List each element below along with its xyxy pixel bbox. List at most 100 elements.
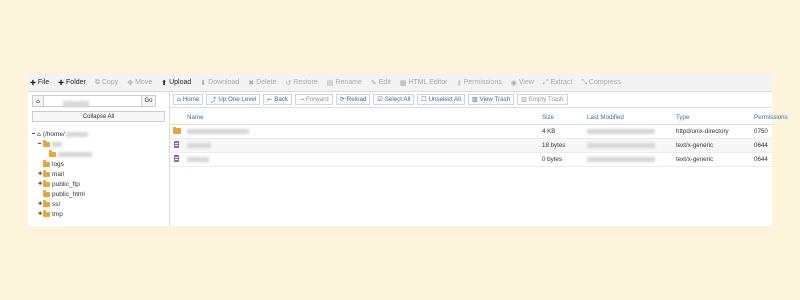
toolbar-rename-button[interactable]: ▤ Rename bbox=[327, 79, 362, 87]
toolbar-restore-button[interactable]: ↺ Restore bbox=[285, 79, 317, 87]
restore-icon: ↺ bbox=[285, 78, 292, 87]
folder-icon bbox=[43, 200, 50, 207]
key-icon: ⚷ bbox=[456, 78, 462, 87]
html-editor-icon: ▦ bbox=[399, 78, 407, 87]
tree-root-label: (/home/ bbox=[42, 130, 65, 138]
home-button[interactable]: ⌂ Home bbox=[173, 94, 204, 105]
tree-item-tmp[interactable]: ✚ tmp bbox=[32, 209, 166, 219]
redacted-folder-name bbox=[52, 141, 62, 147]
toolbar-compress-button[interactable]: ⤡ Compress bbox=[581, 78, 621, 87]
toolbar-button-label: Folder bbox=[66, 79, 86, 86]
navigation-bar: ⌂ Home ⤴ Up One Level ← Back → Forward ⟳ Reload ☑ S… bbox=[170, 92, 772, 108]
tree-root[interactable]: ━ ⌂ (/home/ bbox=[32, 129, 166, 139]
toolbar-file-button[interactable]: ✚ File bbox=[30, 79, 49, 87]
empty-trash-button[interactable]: ▥ Empty Trash bbox=[517, 94, 568, 105]
toolbar-button-label: Copy bbox=[101, 79, 119, 86]
tree-item-redacted[interactable]: ━ bbox=[32, 139, 166, 149]
row-size: 4 KB bbox=[542, 128, 556, 135]
tree-item-logs[interactable]: logs bbox=[32, 159, 166, 169]
select-all-button[interactable]: ☑ Select All bbox=[373, 94, 415, 105]
unselect-all-button[interactable]: ☐ Unselect All bbox=[417, 94, 465, 105]
action-button-label: View Trash bbox=[479, 96, 511, 103]
collapse-all-button[interactable]: Collapse All bbox=[32, 111, 165, 122]
table-row[interactable]: 18 bytes text/x-generic 0644 bbox=[170, 139, 772, 153]
delete-icon: ✖ bbox=[248, 78, 255, 87]
view-trash-button[interactable]: ▥ View Trash bbox=[467, 94, 515, 105]
column-header-last-modified[interactable]: Last Modified bbox=[587, 114, 624, 121]
column-header-type[interactable]: Type bbox=[676, 114, 689, 121]
toolbar-view-button[interactable]: ◉ View bbox=[511, 79, 534, 87]
toolbar-download-button[interactable]: ⬇ Download bbox=[200, 79, 239, 87]
action-button-label: Select All bbox=[384, 96, 411, 103]
path-bar: ⌂ Go bbox=[32, 95, 156, 107]
redacted-name bbox=[187, 129, 249, 136]
table-row[interactable]: 4 KB httpd/unix-directory 0750 bbox=[170, 125, 772, 139]
reload-button[interactable]: ⟳ Reload bbox=[335, 94, 371, 105]
tree-item-ssl[interactable]: ✚ ssl bbox=[32, 199, 166, 209]
toolbar-extract-button[interactable]: ⤢ Extract bbox=[543, 78, 572, 87]
column-header-permissions[interactable]: Permissions bbox=[754, 114, 788, 121]
column-header-name[interactable]: Name bbox=[187, 114, 204, 121]
toolbar-button-label: Move bbox=[135, 79, 153, 86]
toolbar-delete-button[interactable]: ✖ Delete bbox=[248, 79, 276, 87]
column-header-size[interactable]: Size bbox=[542, 114, 554, 121]
row-type: text/x-generic bbox=[676, 142, 714, 149]
tree-item-redacted-child[interactable] bbox=[32, 149, 166, 159]
action-button-label: Back bbox=[274, 96, 288, 103]
action-button-label: Reload bbox=[346, 96, 367, 103]
tree-item-public-ftp[interactable]: ✚ public_ftp bbox=[32, 179, 166, 189]
download-icon: ⬇ bbox=[200, 78, 207, 87]
reload-icon: ⟳ bbox=[339, 96, 345, 103]
folder-icon bbox=[49, 150, 56, 157]
redacted-username bbox=[65, 131, 88, 137]
eye-icon: ◉ bbox=[510, 78, 517, 87]
go-button[interactable]: Go bbox=[142, 95, 156, 107]
row-type: httpd/unix-directory bbox=[676, 128, 729, 135]
directory-tree: ━ ⌂ (/home/ ━ logs ✚ mail ✚ public_ftp p… bbox=[32, 129, 166, 219]
copy-icon: ⧉ bbox=[94, 78, 100, 86]
tree-item-label: tmp bbox=[52, 210, 63, 218]
action-button-label: Up One Level bbox=[218, 96, 257, 103]
folder-icon bbox=[43, 160, 50, 167]
toolbar-folder-button[interactable]: ✚ Folder bbox=[58, 79, 86, 87]
tree-item-mail[interactable]: ✚ mail bbox=[32, 169, 166, 179]
home-icon[interactable]: ⌂ bbox=[32, 95, 44, 107]
action-button-label: Forward bbox=[306, 96, 329, 103]
folder-icon bbox=[43, 190, 50, 197]
path-input[interactable] bbox=[44, 95, 142, 107]
home-icon: ⌂ bbox=[37, 130, 41, 138]
row-size: 0 bytes bbox=[542, 156, 562, 163]
folder-icon bbox=[43, 170, 50, 177]
file-icon bbox=[174, 141, 179, 150]
toolbar-html-editor-button[interactable]: ▦ HTML Editor bbox=[400, 79, 448, 87]
toolbar-button-label: HTML Editor bbox=[408, 79, 448, 86]
toolbar-upload-button[interactable]: ⬆ Upload bbox=[161, 79, 191, 87]
toolbar-button-label: Edit bbox=[378, 79, 391, 86]
upload-icon: ⬆ bbox=[161, 78, 168, 87]
forward-arrow-icon: → bbox=[298, 96, 305, 103]
rename-icon: ▤ bbox=[326, 78, 334, 87]
redacted-name bbox=[187, 157, 209, 164]
toolbar-button-label: Compress bbox=[588, 79, 621, 86]
forward-button[interactable]: → Forward bbox=[294, 94, 333, 105]
check-square-icon: ☑ bbox=[377, 96, 383, 103]
toolbar-permissions-button[interactable]: ⚷ Permissions bbox=[456, 79, 501, 87]
file-list-pane: ⌂ Home ⤴ Up One Level ← Back → Forward ⟳ Reload ☑ S… bbox=[170, 92, 788, 226]
toolbar-move-button[interactable]: ✥ Move bbox=[127, 79, 152, 87]
folder-icon bbox=[43, 180, 50, 187]
tree-item-public-html[interactable]: public_html bbox=[32, 189, 166, 199]
toolbar-edit-button[interactable]: ✎ Edit bbox=[371, 79, 391, 87]
redacted-name bbox=[187, 143, 211, 150]
row-type: text/x-generic bbox=[676, 156, 714, 163]
toolbar-copy-button[interactable]: ⧉ Copy bbox=[95, 78, 118, 87]
toolbar-button-label: View bbox=[518, 79, 534, 86]
file-manager: ✚ File ✚ Folder ⧉ Copy ✥ Move ⬆ Upload ⬇ Download ✖ D… bbox=[28, 74, 788, 226]
action-button-label: Home bbox=[182, 96, 200, 103]
trash-icon: ▥ bbox=[471, 96, 478, 103]
up-one-level-button[interactable]: ⤴ Up One Level bbox=[206, 94, 261, 105]
table-header: Name Size Last Modified Type Permissions bbox=[170, 112, 788, 125]
row-permissions: 0750 bbox=[754, 128, 768, 135]
row-permissions: 0644 bbox=[754, 156, 768, 163]
back-button[interactable]: ← Back bbox=[263, 94, 292, 105]
table-row[interactable]: 0 bytes text/x-generic 0644 bbox=[170, 153, 772, 167]
